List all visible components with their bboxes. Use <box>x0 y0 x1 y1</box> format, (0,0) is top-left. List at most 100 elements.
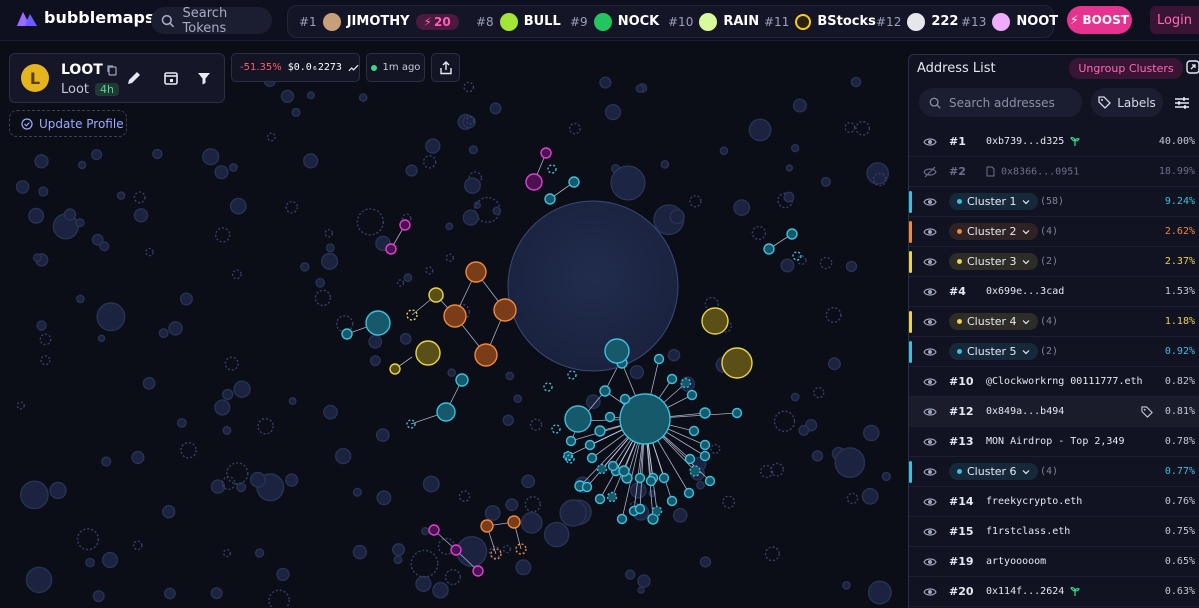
labels-button[interactable]: Labels <box>1091 88 1163 117</box>
cluster-bubble[interactable] <box>472 565 484 577</box>
cluster-row[interactable]: Cluster 5 (2) 0.92% <box>909 337 1199 367</box>
cluster-bubble[interactable] <box>455 373 469 387</box>
eye-icon[interactable] <box>923 555 937 569</box>
trending-item-222[interactable]: #12 222 <box>876 6 958 37</box>
holder-address[interactable]: 0xb739...d325 <box>986 136 1081 147</box>
brand-logo[interactable]: bubblemaps <box>16 8 155 27</box>
cluster-row[interactable]: Cluster 3 (2) 2.37% <box>909 247 1199 277</box>
cluster-row[interactable]: Cluster 1 (58) 9.24% <box>909 187 1199 217</box>
cluster-bubble[interactable] <box>704 475 716 487</box>
cluster-bubble[interactable] <box>666 495 678 507</box>
address-row[interactable]: #1 0xb739...d325 40.00% <box>909 127 1199 157</box>
holder-address[interactable]: 0x8366...0951 <box>986 166 1079 177</box>
address-row[interactable]: #2 0x8366...0951 18.99% <box>909 157 1199 187</box>
eye-icon[interactable] <box>923 345 937 359</box>
address-row[interactable]: #10 @Clockworkrng 00111777.eth 0.82% <box>909 367 1199 397</box>
cluster-bubble[interactable] <box>634 472 646 484</box>
cluster-bubble[interactable] <box>618 465 630 477</box>
eye-icon[interactable] <box>923 525 937 539</box>
holder-address[interactable]: 0x114f...2624 <box>986 586 1081 597</box>
cluster-bubble[interactable] <box>686 389 698 401</box>
cluster-bubble[interactable] <box>763 243 775 255</box>
eye-icon[interactable] <box>923 495 937 509</box>
address-row[interactable]: #20 0x114f...2624 0.63% <box>909 577 1199 607</box>
price-widget[interactable]: -51.35% $0.0₆2273 <box>231 53 360 82</box>
address-row[interactable]: #13 MON Airdrop - Top 2,349 0.78% <box>909 427 1199 457</box>
cluster-bubble[interactable] <box>651 505 663 517</box>
cluster-pill[interactable]: Cluster 6 <box>949 463 1038 480</box>
cluster-bubble[interactable] <box>385 243 397 255</box>
holder-address[interactable]: 0x849a...b494 <box>986 406 1064 417</box>
cluster-bubble[interactable] <box>647 513 659 525</box>
cluster-row[interactable]: Cluster 6 (4) 0.77% <box>909 457 1199 487</box>
cluster-bubble[interactable] <box>688 425 700 437</box>
cluster-bubble[interactable] <box>680 377 692 389</box>
holder-address[interactable]: @Clockworkrng 00111777.eth <box>986 376 1143 387</box>
cluster-bubble[interactable] <box>606 491 618 503</box>
eye-icon[interactable] <box>923 585 937 599</box>
holder-address[interactable]: 0x699e...3cad <box>986 286 1064 297</box>
cluster-bubble[interactable] <box>584 439 596 451</box>
cluster-pill[interactable]: Cluster 4 <box>949 313 1038 330</box>
cluster-pill[interactable]: Cluster 5 <box>949 343 1038 360</box>
address-row[interactable]: #19 artyooooom 0.65% <box>909 547 1199 577</box>
trending-item-nock[interactable]: #9 NOCK <box>570 6 659 37</box>
cluster-bubble[interactable] <box>599 385 611 397</box>
cluster-bubble[interactable] <box>436 402 456 422</box>
cluster-bubble[interactable] <box>666 373 678 385</box>
cluster-bubble[interactable] <box>399 219 411 231</box>
eye-icon[interactable] <box>923 375 937 389</box>
cluster-pill[interactable]: Cluster 3 <box>949 253 1038 270</box>
holder-address[interactable]: f1rstclass.eth <box>986 526 1070 537</box>
cluster-row[interactable]: Cluster 4 (4) 1.18% <box>909 307 1199 337</box>
cluster-bubble[interactable] <box>565 435 577 447</box>
holder-address[interactable]: MON Airdrop - Top 2,349 <box>986 436 1124 447</box>
cluster-bubble[interactable] <box>684 453 696 465</box>
cluster-bubble[interactable] <box>699 407 711 419</box>
eye-icon[interactable] <box>923 405 937 419</box>
eye-off-icon[interactable] <box>923 165 937 179</box>
eye-icon[interactable] <box>923 135 937 149</box>
cluster-bubble[interactable] <box>428 524 440 536</box>
cluster-bubble[interactable] <box>443 304 467 328</box>
cluster-bubble[interactable] <box>465 261 487 283</box>
edit-icon[interactable] <box>125 69 143 87</box>
cluster-bubble[interactable] <box>701 307 729 335</box>
eye-icon[interactable] <box>923 195 937 209</box>
cluster-bubble[interactable] <box>586 452 598 464</box>
cluster-bubble[interactable] <box>415 340 441 366</box>
cluster-bubble[interactable] <box>604 411 616 423</box>
cluster-bubble[interactable] <box>480 519 494 533</box>
trending-item-noot[interactable]: #13 NOOT <box>961 6 1058 37</box>
cluster-bubble[interactable] <box>596 463 608 475</box>
cluster-bubble[interactable] <box>689 465 701 477</box>
share-button[interactable] <box>431 53 460 82</box>
cluster-bubble[interactable] <box>567 370 577 380</box>
update-profile-button[interactable]: Update Profile <box>9 110 127 137</box>
trending-item-rain[interactable]: #10 RAIN <box>668 6 759 37</box>
expand-icon[interactable] <box>1186 60 1199 74</box>
holder-address[interactable]: freekycrypto.eth <box>986 496 1082 507</box>
cluster-bubble[interactable] <box>564 405 592 433</box>
address-row[interactable]: #14 freekycrypto.eth 0.76% <box>909 487 1199 517</box>
cluster-bubble[interactable] <box>634 503 646 515</box>
cluster-bubble[interactable] <box>653 353 665 365</box>
ungroup-clusters-button[interactable]: Ungroup Clusters <box>1069 58 1183 79</box>
copy-icon[interactable] <box>106 64 118 76</box>
cluster-bubble[interactable] <box>699 439 711 451</box>
cluster-bubble[interactable] <box>525 173 543 191</box>
cluster-bubble[interactable] <box>341 328 353 340</box>
cluster-bubble[interactable] <box>658 472 670 484</box>
address-row[interactable]: #12 0x849a...b494 0.81% <box>909 397 1199 427</box>
cluster-bubble[interactable] <box>507 515 521 529</box>
cluster-bubble[interactable] <box>568 176 580 188</box>
cluster-bubble[interactable] <box>450 544 462 556</box>
eye-icon[interactable] <box>923 285 937 299</box>
eye-icon[interactable] <box>923 315 937 329</box>
cluster-bubble[interactable] <box>731 407 743 419</box>
cluster-bubble[interactable] <box>428 287 444 303</box>
cluster-bubble[interactable] <box>607 460 619 472</box>
sliders-icon[interactable] <box>1174 95 1190 111</box>
cluster-bubble[interactable] <box>604 338 630 364</box>
cluster-row[interactable]: Cluster 2 (4) 2.62% <box>909 217 1199 247</box>
